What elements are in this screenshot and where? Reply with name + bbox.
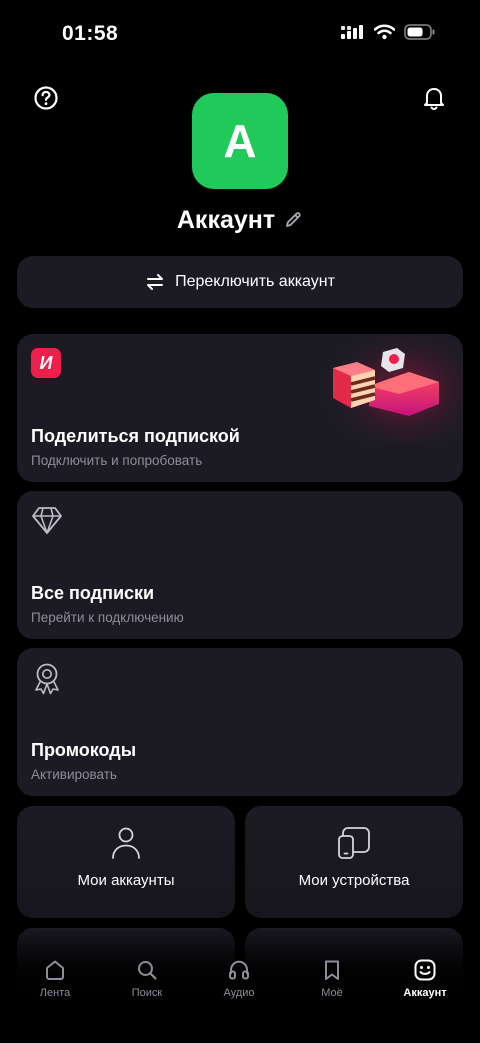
switch-account-label: Переключить аккаунт — [175, 273, 335, 290]
home-icon — [46, 960, 64, 980]
tab-mine[interactable]: Моё — [292, 958, 372, 999]
tab-audio[interactable]: Аудио — [199, 958, 279, 999]
status-icons — [341, 24, 436, 40]
help-button[interactable] — [30, 82, 62, 114]
tab-label: Аккаунт — [403, 987, 447, 999]
avatar[interactable]: A — [192, 93, 288, 189]
card-title: Поделиться подпиской — [31, 426, 240, 446]
tile-label: Мои аккаунты — [77, 872, 175, 889]
search-icon — [138, 961, 157, 980]
card-title: Все подписки — [31, 583, 155, 603]
brand-logo-letter: И — [39, 352, 53, 373]
pencil-icon[interactable] — [283, 210, 303, 230]
share-subscription-card[interactable]: И Поделиться подпиской Подключить и попр… — [17, 334, 463, 482]
wifi-icon — [374, 24, 395, 40]
cellular-signal-icon — [341, 25, 363, 39]
card-subtitle: Активировать — [31, 767, 117, 782]
account-title-row[interactable]: Аккаунт — [0, 200, 480, 240]
card-title: Промокоды — [31, 740, 137, 760]
page-title: Аккаунт — [176, 205, 276, 234]
question-icon — [34, 86, 58, 110]
swap-arrows-icon — [147, 274, 164, 290]
tab-label: Поиск — [131, 987, 163, 999]
tab-account[interactable]: Аккаунт — [385, 958, 465, 999]
user-icon — [112, 827, 140, 859]
avatar-letter: A — [223, 115, 257, 167]
award-badge-icon — [35, 663, 59, 695]
status-time: 01:58 — [62, 22, 119, 45]
brand-logo-icon: И — [31, 348, 61, 378]
status-bar: 01:58 — [0, 0, 480, 70]
tile-label: Мои устройства — [298, 872, 410, 889]
bookmark-icon — [325, 960, 339, 980]
devices-icon — [338, 827, 370, 859]
my-devices-tile[interactable]: Мои устройства — [245, 806, 463, 918]
tab-search[interactable]: Поиск — [107, 958, 187, 999]
cake-illustration — [317, 334, 463, 446]
bell-icon — [424, 88, 444, 111]
tab-label: Моё — [321, 987, 343, 999]
tab-label: Аудио — [223, 987, 255, 999]
headphones-icon — [229, 960, 249, 980]
battery-icon — [404, 24, 435, 40]
account-face-icon — [414, 959, 436, 981]
promocodes-card[interactable]: Промокоды Активировать — [17, 648, 463, 796]
diamond-icon — [32, 507, 62, 534]
card-subtitle: Перейти к подключению — [31, 610, 184, 625]
card-subtitle: Подключить и попробовать — [31, 453, 203, 468]
my-accounts-tile[interactable]: Мои аккаунты — [17, 806, 235, 918]
tab-label: Лента — [39, 987, 71, 999]
tab-bar: Лента Поиск Аудио Моё Аккаунт — [0, 930, 480, 1043]
all-subscriptions-card[interactable]: Все подписки Перейти к подключению — [17, 491, 463, 639]
notifications-button[interactable] — [418, 82, 450, 114]
tab-feed[interactable]: Лента — [15, 958, 95, 999]
switch-account-button[interactable]: Переключить аккаунт — [17, 256, 463, 308]
